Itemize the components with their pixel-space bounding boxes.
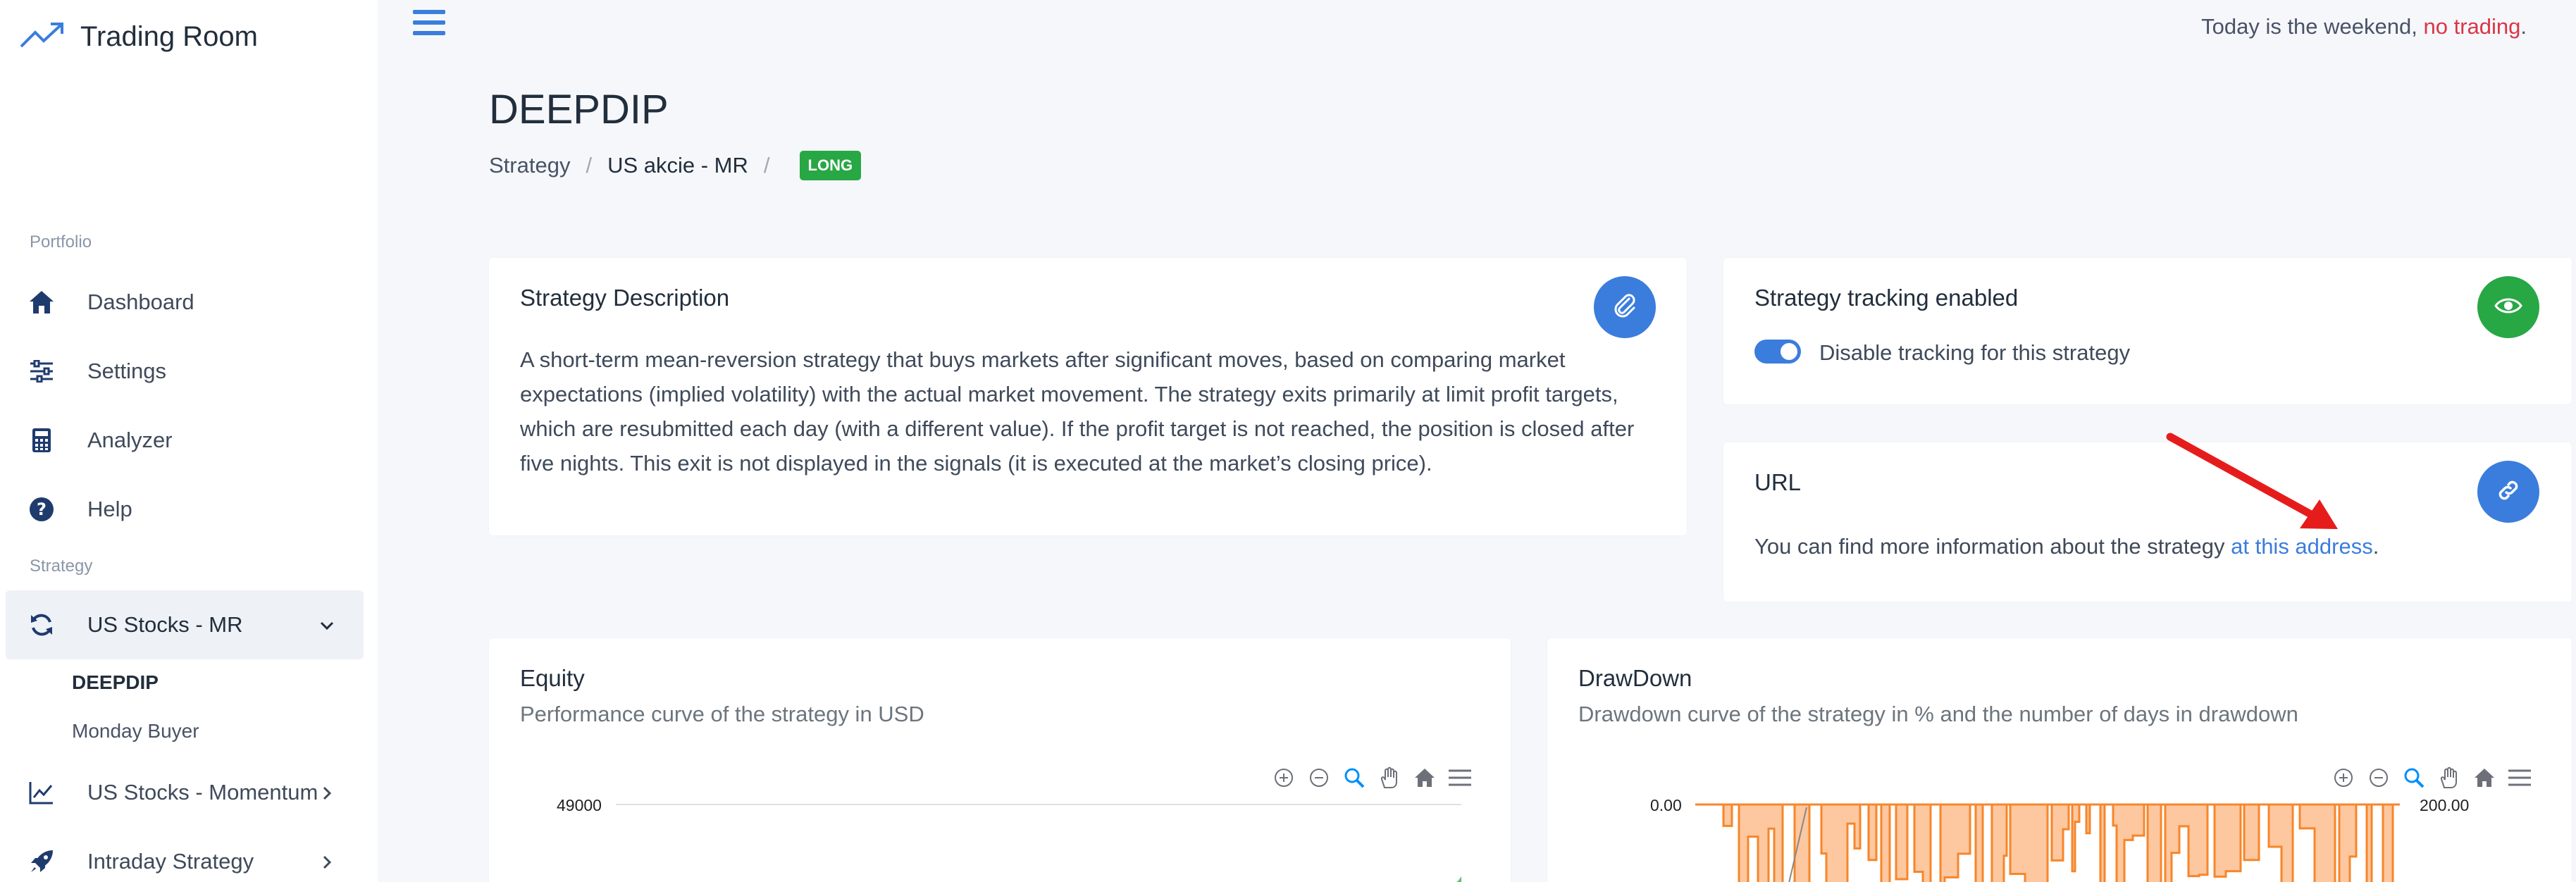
red-arrow-annotation [2166, 433, 2338, 529]
breadcrumb: Strategy / US akcie - MR / LONG [489, 151, 862, 180]
eye-icon [2494, 296, 2522, 319]
view-button[interactable] [2477, 276, 2539, 338]
calculator-icon [25, 424, 58, 456]
chevron-right-icon [318, 782, 335, 807]
card-title: Strategy tracking enabled [1754, 285, 2019, 311]
card-title: DrawDown [1578, 665, 1692, 691]
home-reset-icon[interactable] [1412, 765, 1437, 790]
home-reset-icon[interactable] [2472, 765, 2497, 790]
no-trading-text: no trading [2423, 14, 2521, 39]
trending-up-icon [20, 21, 65, 53]
zoom-in-icon[interactable] [2331, 765, 2356, 790]
url-text-suffix: . [2372, 534, 2379, 559]
sidebar-item-help[interactable]: ? Help [6, 475, 364, 544]
chevron-down-icon [318, 614, 335, 640]
card-title: URL [1754, 469, 1802, 495]
url-text-prefix: You can find more information about the … [1754, 534, 2225, 559]
sidebar-item-intraday-strategy[interactable]: Intraday Strategy [6, 827, 364, 882]
sidebar-item-settings[interactable]: Settings [6, 337, 364, 406]
page-title: DEEPDIP [489, 87, 669, 132]
brand[interactable]: Trading Room [20, 17, 258, 56]
sidebar-subitem-monday-buyer[interactable]: Monday Buyer [72, 720, 199, 743]
chevron-right-icon [318, 851, 335, 876]
paperclip-icon [1611, 292, 1639, 323]
sidebar-header-portfolio: Portfolio [30, 232, 92, 251]
line-chart-icon [25, 776, 58, 809]
weekend-notice: Today is the weekend, no trading. [2201, 14, 2527, 39]
chart-toolbar [2331, 765, 2532, 790]
brand-title: Trading Room [80, 20, 258, 52]
pan-hand-icon[interactable] [1377, 765, 1402, 790]
sidebar-item-label: US Stocks - MR [87, 612, 243, 637]
sidebar-item-us-stocks-mr[interactable]: US Stocks - MR [6, 590, 364, 659]
equity-card: Equity Performance curve of the strategy… [489, 638, 1511, 882]
url-card: URL You can find more information about … [1723, 442, 2572, 602]
tracking-toggle[interactable] [1754, 340, 1801, 364]
svg-text:?: ? [37, 499, 47, 519]
breadcrumb-strategy[interactable]: Strategy [489, 153, 570, 178]
sidebar-item-label: Help [87, 497, 132, 521]
question-circle-icon: ? [25, 493, 58, 526]
menu-icon[interactable] [2507, 765, 2532, 790]
y-axis-tick: 49000 [557, 796, 602, 814]
link-icon [2494, 476, 2522, 508]
drawdown-card: DrawDown Drawdown curve of the strategy … [1547, 638, 2572, 882]
card-subtitle: Drawdown curve of the strategy in % and … [1578, 702, 2298, 726]
direction-badge: LONG [799, 151, 862, 180]
card-title: Equity [520, 665, 585, 691]
home-icon [25, 286, 58, 318]
sidebar-subitem-deepdip[interactable]: DEEPDIP [72, 671, 159, 694]
weekend-notice-suffix: . [2520, 14, 2527, 39]
strategy-description-card: Strategy Description A short-term mean-r… [489, 258, 1687, 535]
link-button[interactable] [2477, 461, 2539, 523]
drawdown-area [1723, 805, 2400, 882]
sliders-icon [25, 355, 58, 387]
tracking-toggle-label: Disable tracking for this strategy [1819, 340, 2131, 365]
sidebar-item-label: Intraday Strategy [87, 849, 254, 874]
breadcrumb-separator: / [763, 153, 770, 178]
card-subtitle: Performance curve of the strategy in USD [520, 702, 924, 726]
pan-hand-icon[interactable] [2436, 765, 2462, 790]
hamburger-menu-icon[interactable] [413, 10, 445, 38]
weekend-notice-text: Today is the weekend, [2201, 14, 2417, 39]
sidebar-item-label: Analyzer [87, 428, 173, 452]
attach-button[interactable] [1594, 276, 1656, 338]
sidebar-item-label: US Stocks - Momentum [87, 780, 318, 805]
zoom-selection-icon[interactable] [2401, 765, 2427, 790]
sidebar-header-strategy: Strategy [30, 557, 93, 576]
equity-area [1456, 876, 1461, 882]
tracking-card: Strategy tracking enabled Disable tracki… [1723, 258, 2572, 404]
zoom-selection-icon[interactable] [1342, 765, 1367, 790]
card-title: Strategy Description [520, 285, 730, 311]
breadcrumb-separator: / [586, 153, 593, 178]
zoom-in-icon[interactable] [1271, 765, 1296, 790]
sidebar-item-label: Dashboard [87, 290, 194, 314]
sidebar-item-analyzer[interactable]: Analyzer [6, 406, 364, 475]
strategy-description-text: A short-term mean-reversion strategy tha… [520, 347, 1635, 476]
y-axis-tick-left: 0.00 [1650, 796, 1682, 814]
zoom-out-icon[interactable] [1306, 765, 1332, 790]
sidebar-item-label: Settings [87, 359, 167, 383]
breadcrumb-group[interactable]: US akcie - MR [607, 153, 748, 178]
drawdown-chart-plot [1695, 803, 2400, 882]
sidebar-item-us-stocks-momentum[interactable]: US Stocks - Momentum [6, 758, 364, 827]
menu-icon[interactable] [1447, 765, 1473, 790]
sync-icon [25, 609, 58, 641]
sidebar-item-dashboard[interactable]: Dashboard [6, 268, 364, 337]
sidebar: Trading Room Portfolio Dashboard Setting… [0, 0, 378, 882]
rocket-icon [25, 845, 58, 878]
zoom-out-icon[interactable] [2366, 765, 2391, 790]
chart-toolbar [1271, 765, 1473, 790]
equity-chart-plot [616, 804, 1461, 882]
